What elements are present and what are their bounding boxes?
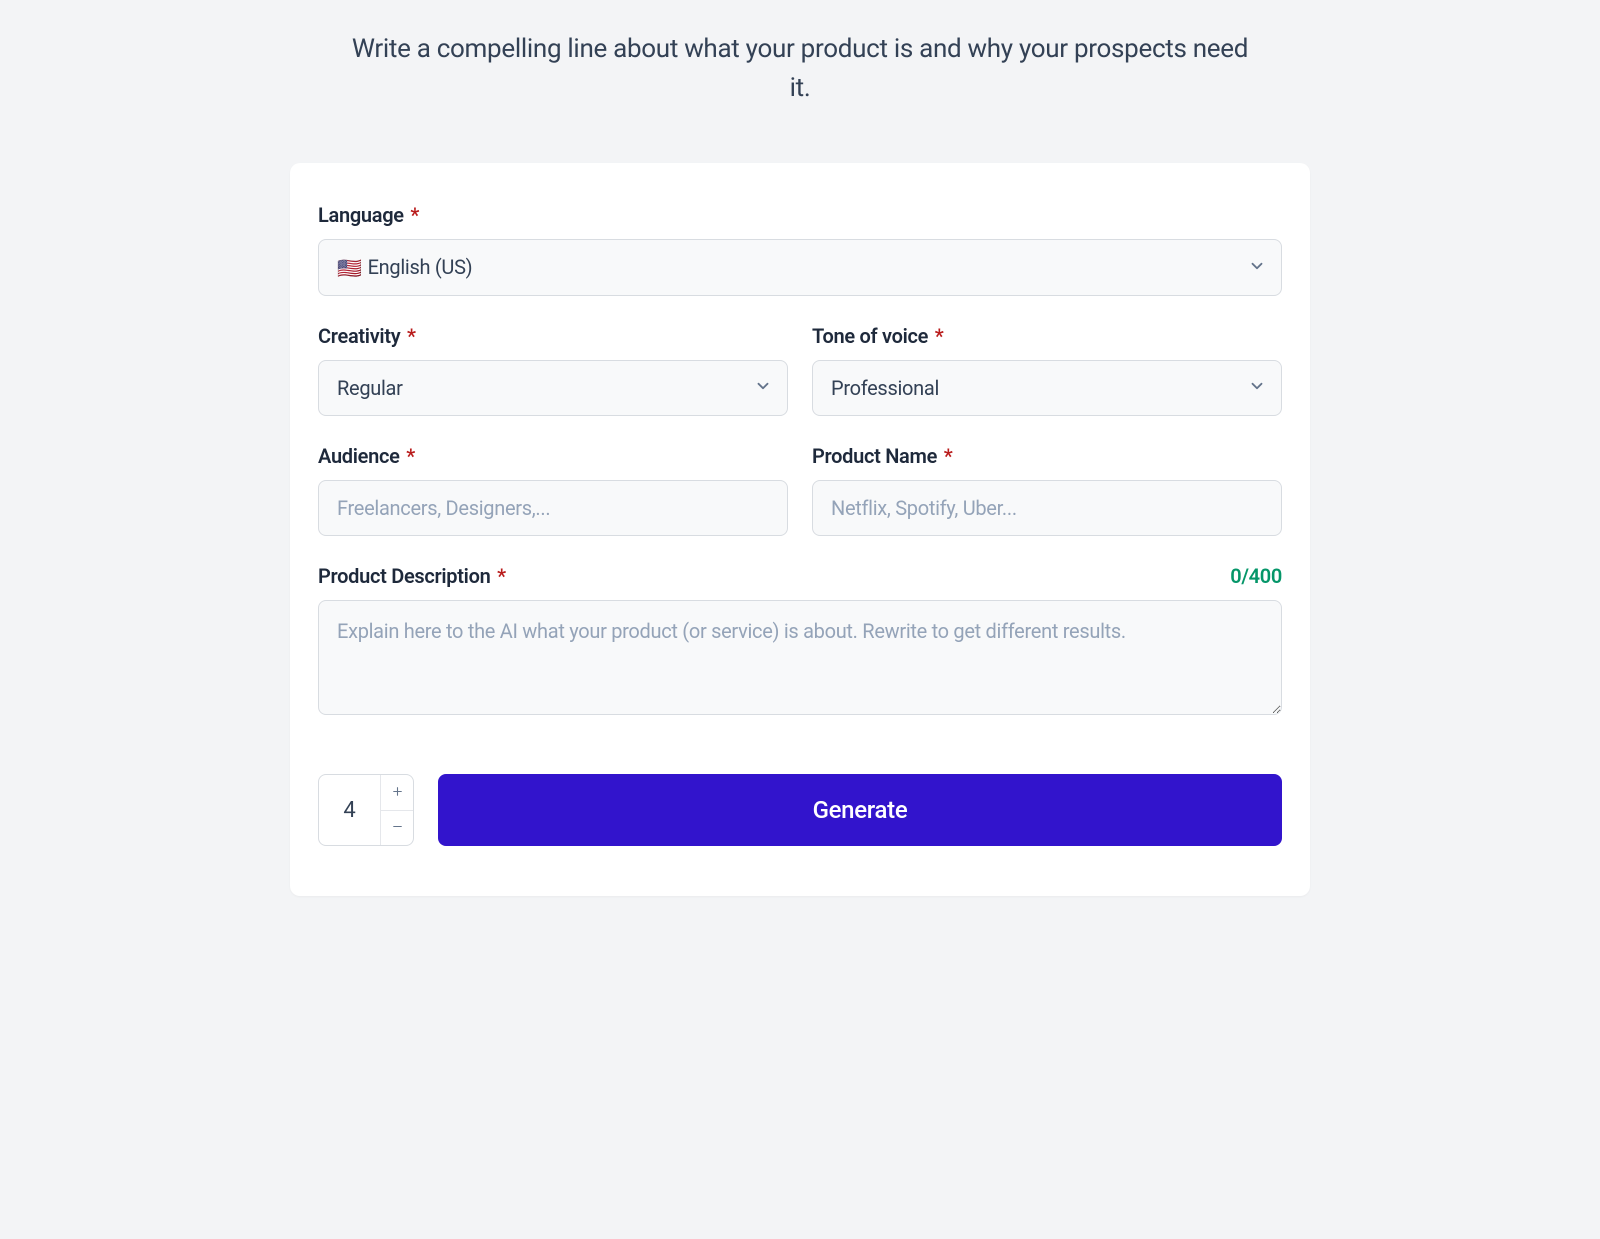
creativity-label: Creativity * — [318, 324, 788, 348]
creativity-selected-value: Regular — [337, 376, 403, 400]
language-label: Language * — [318, 203, 1282, 227]
quantity-decrement-button[interactable] — [381, 811, 413, 846]
required-star: * — [406, 444, 415, 468]
product-description-label-text: Product Description — [318, 564, 490, 588]
audience-field-group: Audience * — [318, 444, 788, 536]
tone-label-text: Tone of voice — [812, 324, 928, 348]
product-name-label-text: Product Name — [812, 444, 937, 468]
product-name-field-group: Product Name * — [812, 444, 1282, 536]
tone-selected-value: Professional — [831, 376, 939, 400]
product-name-input[interactable] — [812, 480, 1282, 536]
required-star: * — [407, 324, 416, 348]
tone-select[interactable]: Professional — [812, 360, 1282, 416]
us-flag-icon: 🇺🇸 — [337, 255, 362, 281]
audience-label: Audience * — [318, 444, 788, 468]
form-card: Language * 🇺🇸English (US) Creativity * R… — [290, 163, 1310, 896]
quantity-stepper: 4 — [318, 774, 414, 846]
plus-icon — [391, 782, 404, 803]
language-label-text: Language — [318, 203, 404, 227]
tone-field-group: Tone of voice * Professional — [812, 324, 1282, 416]
product-description-field-group: Product Description * 0/400 — [318, 564, 1282, 719]
tone-label: Tone of voice * — [812, 324, 1282, 348]
minus-icon — [391, 817, 404, 838]
creativity-select[interactable]: Regular — [318, 360, 788, 416]
audience-input[interactable] — [318, 480, 788, 536]
audience-label-text: Audience — [318, 444, 400, 468]
language-select-wrapper: 🇺🇸English (US) — [318, 239, 1282, 296]
stepper-buttons — [381, 775, 413, 845]
creativity-label-text: Creativity — [318, 324, 400, 348]
action-row: 4 Generate — [318, 774, 1282, 846]
language-select[interactable]: 🇺🇸English (US) — [318, 239, 1282, 296]
creativity-select-wrapper: Regular — [318, 360, 788, 416]
quantity-value: 4 — [319, 775, 381, 845]
product-description-label: Product Description * — [318, 564, 506, 588]
page-subtitle: Write a compelling line about what your … — [350, 30, 1250, 108]
required-star: * — [935, 324, 944, 348]
language-selected-value: English (US) — [368, 255, 473, 279]
product-description-input[interactable] — [318, 600, 1282, 715]
language-field-group: Language * 🇺🇸English (US) — [318, 203, 1282, 296]
character-counter: 0/400 — [1230, 564, 1282, 588]
creativity-field-group: Creativity * Regular — [318, 324, 788, 416]
required-star: * — [944, 444, 953, 468]
generate-button[interactable]: Generate — [438, 774, 1282, 846]
product-name-label: Product Name * — [812, 444, 1282, 468]
required-star: * — [410, 203, 419, 227]
tone-select-wrapper: Professional — [812, 360, 1282, 416]
required-star: * — [497, 564, 506, 588]
description-header: Product Description * 0/400 — [318, 564, 1282, 588]
quantity-increment-button[interactable] — [381, 775, 413, 811]
